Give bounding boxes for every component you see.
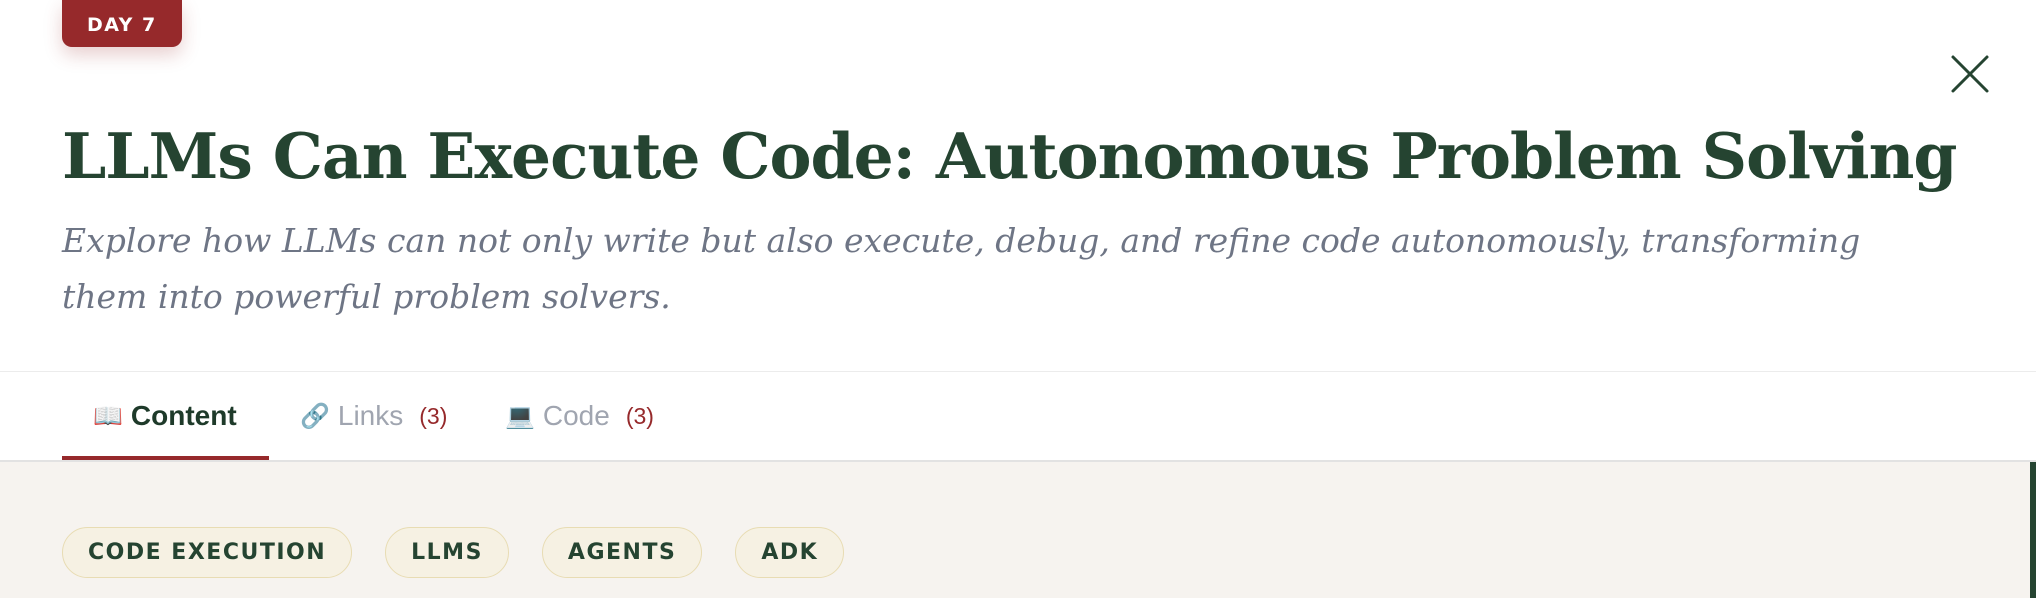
tag-chip[interactable]: AGENTS: [541, 527, 703, 578]
tab-label: Code: [542, 400, 610, 431]
tab-count-badge: (3): [625, 402, 654, 429]
tag-chip[interactable]: CODE EXECUTION: [62, 527, 353, 578]
day-badge: DAY 7: [62, 0, 182, 47]
tab-links[interactable]: 🔗 Links (3): [269, 372, 487, 460]
tab-label: Links: [337, 400, 404, 431]
close-icon: [1951, 55, 1989, 93]
tab-code[interactable]: 💻 Code (3): [487, 372, 687, 460]
tag-list: CODE EXECUTION LLMS AGENTS ADK: [62, 527, 845, 578]
laptop-icon: 💻: [505, 402, 535, 430]
tag-chip[interactable]: ADK: [735, 527, 845, 578]
link-icon: 🔗: [300, 402, 330, 430]
page-title: LLMs Can Execute Code: Autonomous Proble…: [62, 119, 1957, 193]
book-icon: 📖: [93, 402, 123, 430]
tag-chip[interactable]: LLMS: [385, 527, 509, 578]
tab-label: Content: [130, 400, 237, 431]
scrollbar[interactable]: [2030, 462, 2036, 598]
tab-count-badge: (3): [419, 402, 448, 429]
tab-content[interactable]: 📖 Content: [62, 372, 269, 460]
tab-bar: 📖 Content 🔗 Links (3) 💻 Code (3): [62, 372, 687, 460]
day-modal: DAY 7 LLMs Can Execute Code: Autonomous …: [0, 0, 2036, 598]
close-button[interactable]: [1948, 52, 1992, 96]
page-subtitle: Explore how LLMs can not only write but …: [62, 221, 1861, 316]
